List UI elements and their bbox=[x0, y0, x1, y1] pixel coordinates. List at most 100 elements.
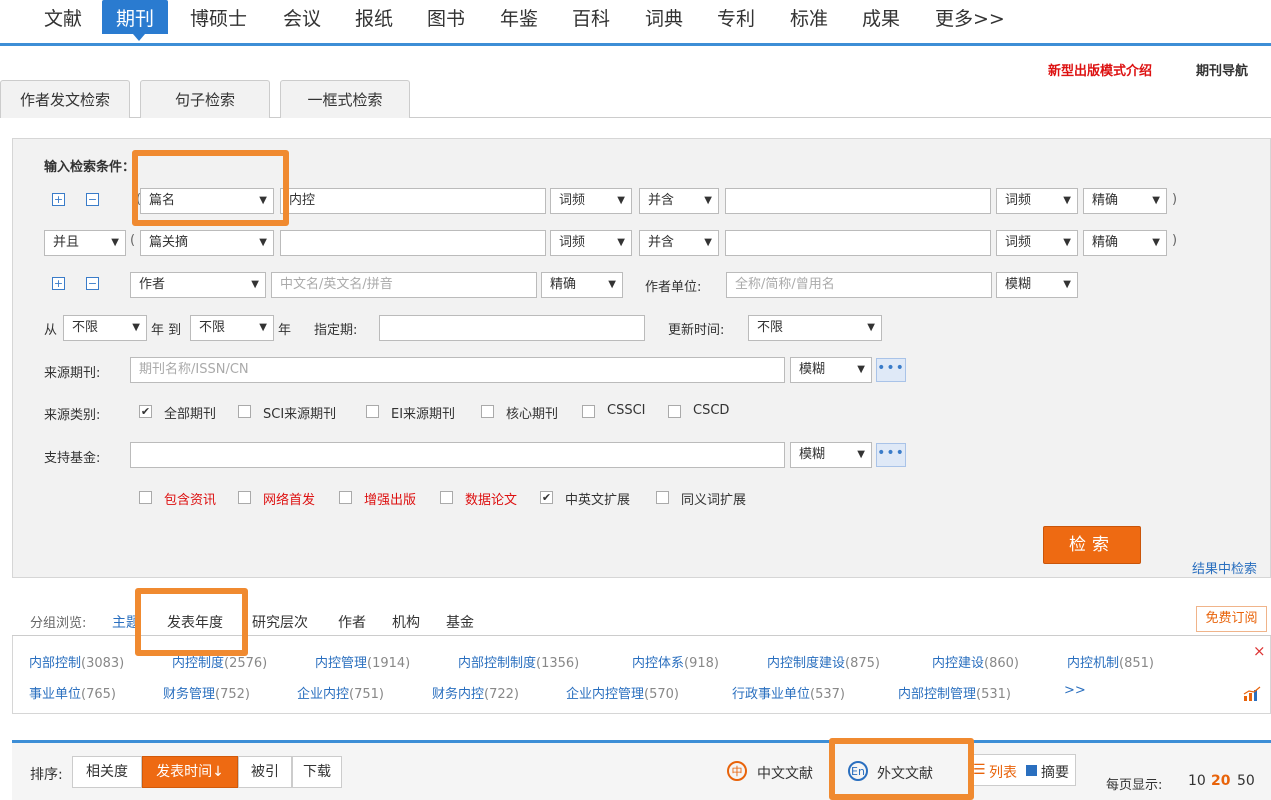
group-tab-institution[interactable]: 机构 bbox=[392, 612, 420, 632]
keyword-input-1[interactable]: 内控 bbox=[280, 188, 546, 214]
fund-more-icon[interactable]: ••• bbox=[876, 443, 906, 467]
nav-chengguo[interactable]: 成果 bbox=[862, 4, 900, 31]
keyword-link[interactable]: 企业内控管理(570) bbox=[566, 683, 679, 702]
keyword-link[interactable]: 事业单位(765) bbox=[29, 683, 116, 702]
checkbox-online-first[interactable] bbox=[238, 491, 251, 504]
search-button[interactable]: 检索 bbox=[1043, 526, 1141, 564]
sort-cited-button[interactable]: 被引 bbox=[238, 756, 292, 788]
tab-author-search[interactable]: 作者发文检索 bbox=[0, 80, 130, 118]
freq-select-2b[interactable]: 词频 ▼ bbox=[996, 230, 1078, 256]
chinese-docs-link[interactable]: 中文文献 bbox=[757, 763, 813, 783]
search-in-results-link[interactable]: 结果中检索 bbox=[1192, 558, 1257, 577]
keyword-link[interactable]: 内部控制制度(1356) bbox=[458, 652, 579, 671]
group-tab-author[interactable]: 作者 bbox=[338, 612, 366, 632]
from-year-select[interactable]: 不限 ▼ bbox=[63, 315, 147, 341]
author-unit-input[interactable]: 全称/简称/曾用名 bbox=[726, 272, 992, 298]
source-more-icon[interactable]: ••• bbox=[876, 358, 906, 382]
per-page-10[interactable]: 10 bbox=[1188, 773, 1206, 789]
source-journal-input[interactable]: 期刊名称/ISSN/CN bbox=[130, 357, 785, 383]
keyword-link[interactable]: 内控建设(860) bbox=[932, 652, 1019, 671]
nav-cidian[interactable]: 词典 bbox=[645, 4, 683, 31]
specified-issue-input[interactable] bbox=[379, 315, 645, 341]
keyword-link[interactable]: 内控制度建设(875) bbox=[767, 652, 880, 671]
keyword-link[interactable]: 行政事业单位(537) bbox=[732, 683, 845, 702]
add-author-icon[interactable]: + bbox=[52, 277, 65, 290]
sort-publish-time-button[interactable]: 发表时间↓ bbox=[142, 756, 238, 788]
group-tab-level[interactable]: 研究层次 bbox=[252, 612, 308, 632]
keyword-link[interactable]: 企业内控(751) bbox=[297, 683, 384, 702]
nav-biaozhun[interactable]: 标准 bbox=[790, 4, 828, 31]
keyword-link[interactable]: 内部控制(3083) bbox=[29, 652, 124, 671]
author-unit-match-select[interactable]: 模糊 ▼ bbox=[996, 272, 1078, 298]
keyword-link[interactable]: 内控体系(918) bbox=[632, 652, 719, 671]
keyword-name: 内控制度 bbox=[172, 656, 225, 671]
checkbox-synonym-expand[interactable] bbox=[656, 491, 669, 504]
checkbox-include-news[interactable] bbox=[139, 491, 152, 504]
more-keywords-link[interactable]: >> bbox=[1064, 683, 1086, 698]
keyword-link[interactable]: 财务管理(752) bbox=[163, 683, 250, 702]
remove-row-icon[interactable]: − bbox=[86, 193, 99, 206]
tab-single-box-search[interactable]: 一框式检索 bbox=[280, 80, 410, 118]
checkbox-all-journals[interactable]: ✔ bbox=[139, 405, 152, 418]
checkbox-cssci[interactable] bbox=[582, 405, 595, 418]
freq-select-1[interactable]: 词频 ▼ bbox=[550, 188, 632, 214]
close-icon[interactable]: × bbox=[1253, 642, 1266, 660]
keyword-link[interactable]: 内部控制管理(531) bbox=[898, 683, 1011, 702]
nav-tushu[interactable]: 图书 bbox=[427, 4, 465, 31]
checkbox-enhanced-publish[interactable] bbox=[339, 491, 352, 504]
source-match-select[interactable]: 模糊 ▼ bbox=[790, 357, 872, 383]
author-field-select[interactable]: 作者 ▼ bbox=[130, 272, 266, 298]
checkbox-ei[interactable] bbox=[366, 405, 379, 418]
abstract-view-icon[interactable] bbox=[1026, 765, 1037, 776]
nav-wenxian[interactable]: 文献 bbox=[44, 4, 82, 31]
remove-author-icon[interactable]: − bbox=[86, 277, 99, 290]
chart-icon[interactable] bbox=[1243, 686, 1261, 702]
keyword-input-2[interactable] bbox=[280, 230, 546, 256]
keyword-input-2b[interactable] bbox=[725, 230, 991, 256]
op-select-2[interactable]: 并且 ▼ bbox=[44, 230, 126, 256]
update-time-select[interactable]: 不限 ▼ bbox=[748, 315, 882, 341]
nav-nianjian[interactable]: 年鉴 bbox=[500, 4, 538, 31]
logic-select-1[interactable]: 并含 ▼ bbox=[639, 188, 719, 214]
logic-select-2[interactable]: 并含 ▼ bbox=[639, 230, 719, 256]
checkbox-cn-en-expand[interactable]: ✔ bbox=[540, 491, 553, 504]
checkbox-core[interactable] bbox=[481, 405, 494, 418]
abstract-view-button[interactable]: 摘要 bbox=[1041, 762, 1069, 782]
nav-more[interactable]: 更多>> bbox=[935, 4, 1005, 31]
checkbox-cscd[interactable] bbox=[668, 405, 681, 418]
list-view-icon[interactable]: ☰ bbox=[973, 762, 986, 778]
author-match-select[interactable]: 精确 ▼ bbox=[541, 272, 623, 298]
keyword-link[interactable]: 财务内控(722) bbox=[432, 683, 519, 702]
checkbox-sci[interactable] bbox=[238, 405, 251, 418]
nav-boshuoshi[interactable]: 博硕士 bbox=[190, 4, 247, 31]
freq-select-1b[interactable]: 词频 ▼ bbox=[996, 188, 1078, 214]
keyword-link[interactable]: 内控管理(1914) bbox=[315, 652, 410, 671]
per-page-20[interactable]: 20 bbox=[1211, 773, 1230, 789]
nav-huiyi[interactable]: 会议 bbox=[283, 4, 321, 31]
tab-sentence-search[interactable]: 句子检索 bbox=[140, 80, 270, 118]
author-input[interactable]: 中文名/英文名/拼音 bbox=[271, 272, 537, 298]
field-select-2[interactable]: 篇关摘 ▼ bbox=[140, 230, 274, 256]
match-select-1[interactable]: 精确 ▼ bbox=[1083, 188, 1167, 214]
nav-qikan[interactable]: 期刊 bbox=[102, 0, 169, 34]
keyword-input-1b[interactable] bbox=[725, 188, 991, 214]
sort-relevance-button[interactable]: 相关度 bbox=[72, 756, 142, 788]
per-page-50[interactable]: 50 bbox=[1237, 773, 1255, 789]
list-view-button[interactable]: 列表 bbox=[989, 762, 1017, 782]
to-year-select[interactable]: 不限 ▼ bbox=[190, 315, 274, 341]
nav-baike[interactable]: 百科 bbox=[572, 4, 610, 31]
checkbox-data-paper[interactable] bbox=[440, 491, 453, 504]
freq-select-2[interactable]: 词频 ▼ bbox=[550, 230, 632, 256]
nav-baozhi[interactable]: 报纸 bbox=[355, 4, 393, 31]
match-select-2[interactable]: 精确 ▼ bbox=[1083, 230, 1167, 256]
fund-input[interactable] bbox=[130, 442, 785, 468]
keyword-link[interactable]: 内控机制(851) bbox=[1067, 652, 1154, 671]
sort-download-button[interactable]: 下载 bbox=[292, 756, 342, 788]
group-tab-fund[interactable]: 基金 bbox=[446, 612, 474, 632]
new-publish-link[interactable]: 新型出版模式介绍 bbox=[1048, 60, 1152, 79]
nav-zhuanli[interactable]: 专利 bbox=[717, 4, 755, 31]
add-row-icon[interactable]: + bbox=[52, 193, 65, 206]
journal-nav-link[interactable]: 期刊导航 bbox=[1196, 60, 1248, 79]
free-subscribe-button[interactable]: 免费订阅 bbox=[1196, 606, 1267, 632]
fund-match-select[interactable]: 模糊 ▼ bbox=[790, 442, 872, 468]
